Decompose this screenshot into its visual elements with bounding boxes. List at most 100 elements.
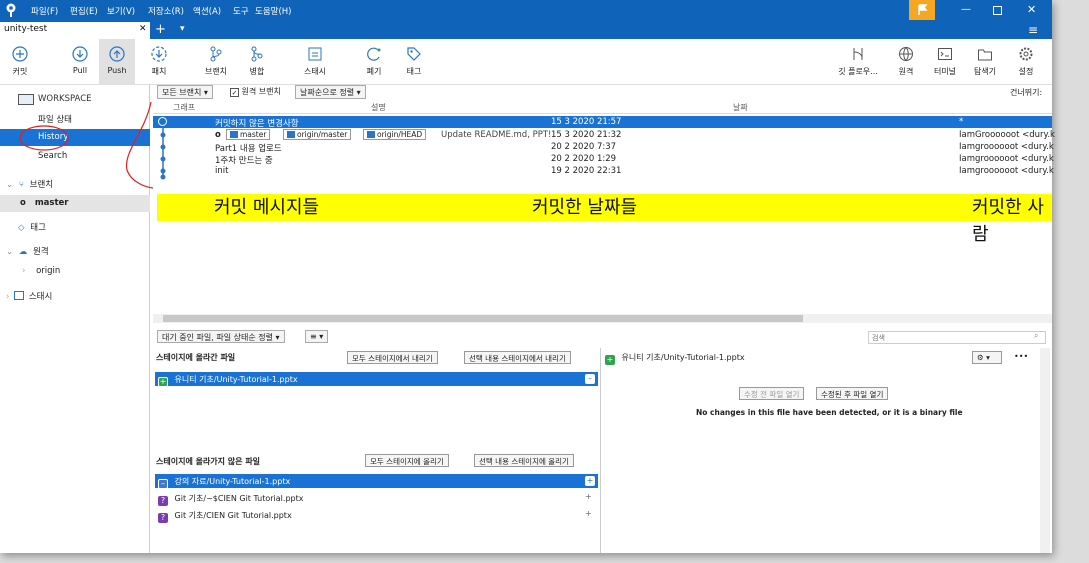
unstage-selected-button[interactable]: 선택 내용 스테이지에서 내리기 xyxy=(464,351,571,364)
maximize-button[interactable] xyxy=(993,6,1002,15)
tab-bar: unity-test ✕ + ▾ ≡ xyxy=(0,22,1052,39)
panel-divider[interactable] xyxy=(600,348,601,553)
commit-button[interactable]: 커밋 xyxy=(4,39,36,85)
branch-tag-master: master xyxy=(226,129,271,140)
push-button[interactable]: Push xyxy=(99,39,135,85)
commit-row[interactable]: init 19 2 2020 22:31 Iamgroooooot <dury.… xyxy=(153,165,1054,177)
plus-circle-icon xyxy=(12,46,28,62)
open-before-button[interactable]: 수정 전 파일 열기 xyxy=(739,387,805,400)
modified-file-icon: – xyxy=(158,479,168,489)
sidebar-group-stashes[interactable]: › 스태시 xyxy=(0,287,150,304)
stage-file-icon[interactable]: + xyxy=(585,476,595,486)
diff-settings-dropdown[interactable]: ⚙ ▾ xyxy=(972,351,1002,364)
git-flow-button[interactable]: 깃 플로우... xyxy=(836,39,880,85)
menu-help[interactable]: 도움말(H) xyxy=(255,5,291,17)
commit-description: 커밋하지 않은 변경사항 xyxy=(215,119,299,129)
stash-label: 스태시 xyxy=(303,67,327,76)
unstage-file-icon[interactable]: – xyxy=(585,374,595,384)
sort-dropdown[interactable]: 날짜순으로 정렬 ▾ xyxy=(295,85,366,99)
merge-label: 병합 xyxy=(249,67,265,76)
stage-file-icon[interactable]: + xyxy=(585,492,592,501)
commit-description: init xyxy=(215,166,229,176)
stage-selected-button[interactable]: 선택 내용 스테이지에 올리기 xyxy=(474,454,574,467)
remote-button[interactable]: 원격 xyxy=(890,39,922,85)
title-bar: 파일(F) 편집(E) 보기(V) 저장소(R) 액션(A) 도구 도움말(H)… xyxy=(0,0,1052,22)
open-after-button[interactable]: 수정된 후 파일 열기 xyxy=(816,387,889,400)
menu-view[interactable]: 보기(V) xyxy=(107,5,135,17)
commit-label: 커밋 xyxy=(12,67,28,76)
stage-all-button[interactable]: 모두 스테이지에 올리기 xyxy=(365,454,449,467)
menu-file[interactable]: 파일(F) xyxy=(31,5,58,17)
stash-button[interactable]: 스태시 xyxy=(298,39,332,85)
pull-label: Pull xyxy=(72,66,88,75)
diff-vertical-scrollbar[interactable] xyxy=(1040,348,1050,553)
terminal-button[interactable]: 터미널 xyxy=(928,39,962,85)
commit-graph xyxy=(160,127,166,180)
list-view-dropdown[interactable]: ≡ ▾ xyxy=(305,330,329,343)
menu-repository[interactable]: 저장소(R) xyxy=(148,5,184,17)
discard-button[interactable]: 폐기 xyxy=(358,39,390,85)
hamburger-menu-icon[interactable]: ≡ xyxy=(1028,23,1038,37)
commit-row[interactable]: o master origin/master origin/HEAD Updat… xyxy=(153,129,1055,141)
search-input[interactable] xyxy=(868,331,1046,344)
column-header-row: 그래프 설명 날짜 xyxy=(153,101,1052,114)
diff-message: No changes in this file have been detect… xyxy=(696,408,963,417)
unstaged-file-row[interactable]: ? Git 기초/CIEN Git Tutorial.pptx + xyxy=(155,508,598,523)
monitor-icon xyxy=(18,94,34,105)
sidebar-group-remotes[interactable]: ⌄ ☁ 원격 xyxy=(0,242,150,259)
head-commit-icon: o xyxy=(215,130,221,140)
flag-icon[interactable] xyxy=(909,0,935,20)
branch-tag-origin-master: origin/master xyxy=(283,129,352,140)
minimize-button[interactable]: — xyxy=(961,4,975,18)
diff-panel: + 유니티 기초/Unity-Tutorial-1.pptx ⚙ ▾ ••• 수… xyxy=(602,348,1052,553)
more-options-icon[interactable]: ••• xyxy=(1014,352,1028,361)
unstage-all-button[interactable]: 모두 스테이지에서 내리기 xyxy=(347,351,438,364)
push-label: Push xyxy=(107,66,127,75)
description-column-header[interactable]: 설명 xyxy=(371,102,386,113)
terminal-label: 터미널 xyxy=(933,67,957,76)
close-window-button[interactable]: ✕ xyxy=(1027,3,1036,16)
globe-icon xyxy=(899,47,913,61)
repo-tab[interactable]: unity-test ✕ xyxy=(0,22,150,39)
merge-button[interactable]: 병합 xyxy=(241,39,273,85)
menu-actions[interactable]: 액션(A) xyxy=(193,5,221,17)
unstaged-file-path: Git 기초/~$CIEN Git Tutorial.pptx xyxy=(174,494,304,503)
annotation-commit-messages: 커밋 메시지들 xyxy=(214,197,320,218)
branch-filter-dropdown[interactable]: 모든 브랜치 ▾ xyxy=(157,85,213,99)
annotation-banner: 커밋 메시지들 커밋한 날짜들 커밋한 사람 xyxy=(157,194,1052,245)
sidebar-item-master[interactable]: o master xyxy=(0,195,150,212)
sidebar-item-origin[interactable]: › origin xyxy=(0,263,150,280)
pending-files-sort-dropdown[interactable]: 대기 중인 파일, 파일 상태순 정렬 ▾ xyxy=(157,330,285,343)
history-horizontal-scrollbar[interactable] xyxy=(153,314,1052,323)
settings-icon xyxy=(1019,47,1033,61)
new-tab-button[interactable]: + xyxy=(155,22,166,37)
pull-button[interactable]: Pull xyxy=(64,39,96,85)
fetch-button[interactable]: 패치 xyxy=(143,39,175,85)
explorer-button[interactable]: 탐색기 xyxy=(968,39,1002,85)
unstaged-file-row[interactable]: – 강의 자료/Unity-Tutorial-1.pptx + xyxy=(155,474,598,489)
tab-dropdown-icon[interactable]: ▾ xyxy=(180,24,185,34)
remote-branch-checkbox[interactable]: ✓ 원격 브랜치 xyxy=(230,86,281,97)
settings-button[interactable]: 설정 xyxy=(1010,39,1042,85)
arrow-up-circle-icon xyxy=(109,46,125,62)
menu-tools[interactable]: 도구 xyxy=(233,5,249,17)
branch-button[interactable]: 브랜치 xyxy=(199,39,233,85)
unstaged-file-row[interactable]: ? Git 기초/~$CIEN Git Tutorial.pptx + xyxy=(155,491,598,506)
main-toolbar: 커밋 Pull Push 패치 브랜치 병합 스태시 폐기 태그 깃 플로우..… xyxy=(0,39,1052,85)
commit-author: Iamgroooooot <dury.k xyxy=(959,142,1054,152)
repo-tab-title: unity-test xyxy=(4,24,48,34)
close-tab-icon[interactable]: ✕ xyxy=(139,24,147,34)
tag-button[interactable]: 태그 xyxy=(398,39,430,85)
staged-file-row[interactable]: + 유니티 기초/Unity-Tutorial-1.pptx – xyxy=(155,372,598,387)
commit-row[interactable]: 1주차 만드는 중 20 2 2020 1:29 Iamgroooooot <d… xyxy=(153,153,1054,166)
menu-edit[interactable]: 편집(E) xyxy=(70,5,98,17)
commit-row[interactable]: 커밋하지 않은 변경사항 15 3 2020 21:57 * xyxy=(153,116,1052,129)
stage-file-icon[interactable]: + xyxy=(585,509,592,518)
scrollbar-thumb[interactable] xyxy=(163,315,803,322)
sidebar-group-tags[interactable]: ◇ 태그 xyxy=(0,218,150,235)
graph-column-header[interactable]: 그래프 xyxy=(173,102,195,113)
commit-row[interactable]: Part1 내용 업로드 20 2 2020 7:37 Iamgroooooot… xyxy=(153,141,1054,154)
commit-date: 15 3 2020 21:32 xyxy=(551,130,622,140)
date-column-header[interactable]: 날짜 xyxy=(733,102,748,113)
master-label: master xyxy=(34,198,69,208)
